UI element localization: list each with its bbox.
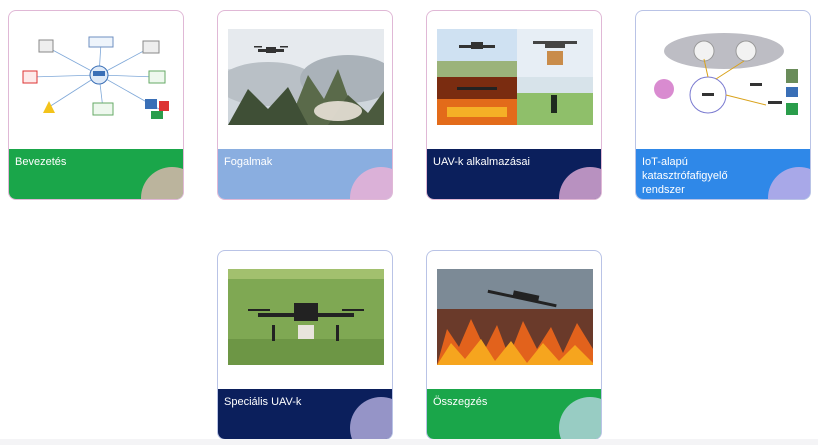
card-label: UAV-k alkalmazásai: [433, 156, 530, 168]
card-bevezetes[interactable]: Bevezetés: [8, 10, 184, 200]
card-label: Speciális UAV-k: [224, 396, 302, 408]
uav-applications-image: [437, 29, 593, 125]
card-uav-k-alkalmazasai[interactable]: UAV-k alkalmazásai: [426, 10, 602, 200]
card-specialis-uav-k[interactable]: Speciális UAV-k: [217, 250, 393, 440]
drone-wildfire-image: [228, 29, 384, 125]
drone-on-grass-image: [228, 269, 384, 365]
iot-disaster-diagram-image: [646, 29, 802, 125]
card-label: IoT-alapú katasztrófafigyelő rendszer: [642, 156, 728, 196]
card-label: Összegzés: [433, 396, 488, 408]
card-iot-alapu[interactable]: IoT-alapú katasztrófafigyelő rendszer: [635, 10, 811, 200]
card-osszegzes[interactable]: Összegzés: [426, 250, 602, 440]
card-fogalmak[interactable]: Fogalmak: [217, 10, 393, 200]
fixed-wing-over-fire-image: [437, 269, 593, 365]
network-diagram-image: [19, 29, 175, 125]
card-label: Fogalmak: [224, 156, 273, 168]
card-label: Bevezetés: [15, 156, 67, 168]
bottom-strip: [0, 439, 818, 445]
